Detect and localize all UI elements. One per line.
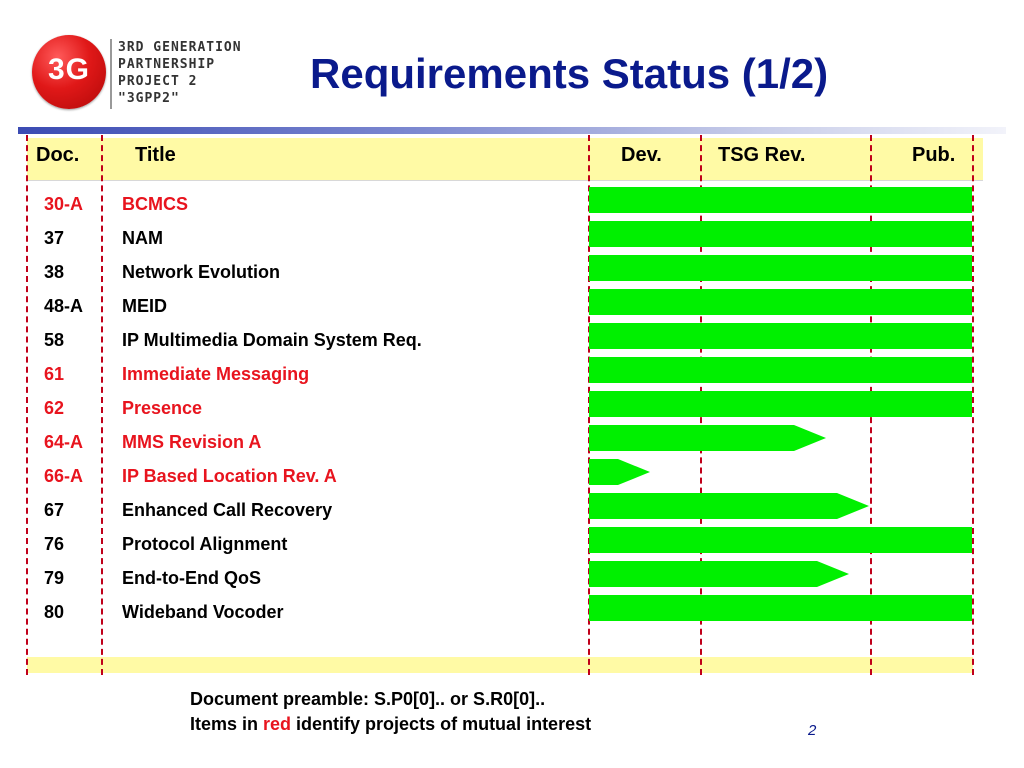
doc-number: 76 bbox=[44, 534, 65, 554]
doc-number: 30-A bbox=[44, 194, 84, 214]
progress-bar bbox=[589, 289, 972, 315]
logo-line: "3GPP2" bbox=[118, 91, 180, 106]
doc-title: Protocol Alignment bbox=[122, 534, 288, 554]
doc-number: 67 bbox=[44, 500, 65, 520]
doc-number: 64-A bbox=[44, 432, 84, 452]
page-title: Requirements Status (1/2) bbox=[310, 50, 829, 97]
progress-bar bbox=[589, 357, 972, 383]
doc-title: Wideband Vocoder bbox=[122, 602, 284, 622]
doc-number: 79 bbox=[44, 568, 65, 588]
column-divider bbox=[101, 135, 103, 675]
doc-number: 37 bbox=[44, 228, 65, 248]
progress-bar bbox=[589, 425, 826, 451]
title-rule bbox=[18, 127, 1006, 134]
note-text: Items in bbox=[190, 714, 264, 734]
doc-title: IP Multimedia Domain System Req. bbox=[122, 330, 422, 350]
progress-bar bbox=[589, 595, 972, 621]
doc-title: MEID bbox=[122, 296, 167, 316]
doc-number: 66-A bbox=[44, 466, 84, 486]
logo-divider bbox=[110, 39, 112, 109]
page-number: 2 bbox=[808, 722, 817, 739]
table-footer-band bbox=[27, 657, 973, 673]
logo-mark: 3G bbox=[47, 53, 91, 86]
doc-title: Presence bbox=[122, 398, 203, 418]
column-header-title: Title bbox=[135, 144, 176, 166]
doc-number: 62 bbox=[44, 398, 65, 418]
note-mutual-interest: Items in red identify projects of mutual… bbox=[190, 714, 591, 735]
note-document-preamble: Document preamble: S.P0[0].. or S.R0[0].… bbox=[190, 689, 546, 709]
column-divider bbox=[26, 135, 28, 675]
progress-bar bbox=[589, 391, 972, 417]
doc-title: Enhanced Call Recovery bbox=[122, 500, 333, 520]
progress-bar bbox=[589, 323, 972, 349]
doc-title: Immediate Messaging bbox=[122, 364, 310, 384]
column-header-dev: Dev. bbox=[621, 144, 662, 166]
column-header-tsg-rev: TSG Rev. bbox=[718, 144, 806, 166]
progress-bar bbox=[589, 187, 972, 213]
logo-line: 3RD GENERATION bbox=[118, 40, 242, 55]
doc-title: BCMCS bbox=[122, 194, 188, 214]
doc-title: NAM bbox=[122, 228, 163, 248]
doc-number: 48-A bbox=[44, 296, 84, 316]
note-text: identify projects of mutual interest bbox=[291, 714, 592, 734]
doc-number: 80 bbox=[44, 602, 65, 622]
column-divider bbox=[972, 135, 974, 675]
doc-title: Network Evolution bbox=[122, 262, 281, 282]
progress-bar bbox=[589, 221, 972, 247]
progress-bar bbox=[589, 459, 650, 485]
column-header-pub: Pub. bbox=[912, 144, 956, 166]
3gpp2-logo: 3G 3RD GENERATION PARTNERSHIP PROJECT 2 … bbox=[30, 35, 280, 113]
logo-line: PARTNERSHIP bbox=[118, 57, 216, 72]
progress-bar bbox=[589, 493, 869, 519]
progress-bar bbox=[589, 561, 849, 587]
doc-number: 38 bbox=[44, 262, 65, 282]
note-red-word: red bbox=[263, 714, 292, 734]
doc-number: 61 bbox=[44, 364, 65, 384]
column-header-doc: Doc. bbox=[36, 144, 80, 166]
progress-bar bbox=[589, 527, 972, 553]
logo-text: 3RD GENERATION PARTNERSHIP PROJECT 2 "3G… bbox=[118, 39, 242, 107]
doc-title: IP Based Location Rev. A bbox=[122, 466, 337, 486]
logo-line: PROJECT 2 bbox=[118, 74, 198, 89]
doc-title: End-to-End QoS bbox=[122, 568, 261, 588]
progress-bar bbox=[589, 255, 972, 281]
doc-number: 58 bbox=[44, 330, 65, 350]
doc-title: MMS Revision A bbox=[122, 432, 262, 452]
